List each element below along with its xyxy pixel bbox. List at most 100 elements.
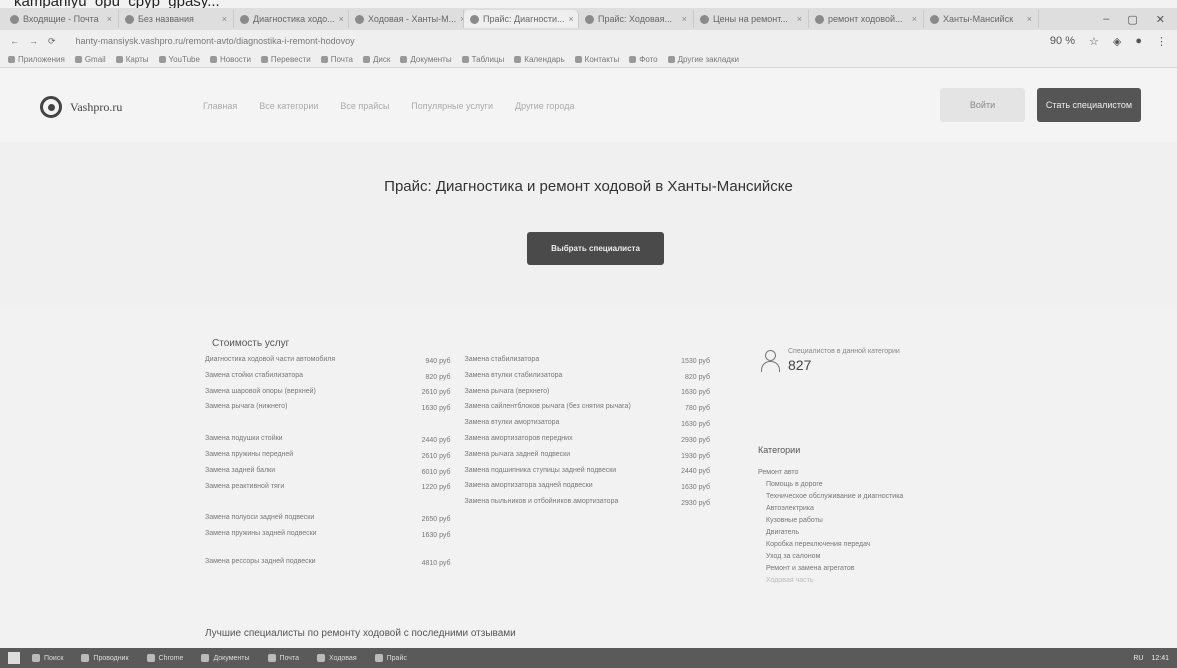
bookmark-item[interactable]: Почта xyxy=(320,55,353,64)
login-button[interactable]: Войти xyxy=(940,88,1025,122)
system-tray: RU 12:41 xyxy=(1133,655,1169,662)
bookmark-icon xyxy=(461,56,469,63)
nav-item-cities[interactable]: Другие города xyxy=(515,101,574,111)
extension-icon[interactable]: ◈ xyxy=(1113,35,1121,48)
category-item[interactable]: Уход за салоном xyxy=(766,553,988,560)
bookmark-item[interactable]: Таблицы xyxy=(461,55,504,64)
close-window-icon[interactable]: ✕ xyxy=(1156,13,1165,26)
close-icon[interactable]: × xyxy=(1027,14,1032,24)
bookmark-item[interactable]: Другие закладки xyxy=(667,55,739,64)
favicon-icon xyxy=(10,14,19,24)
profile-icon[interactable]: ● xyxy=(1135,35,1142,48)
close-icon[interactable]: × xyxy=(339,14,344,24)
hero-section: Прайс: Диагностика и ремонт ходовой в Ха… xyxy=(0,142,1177,310)
choose-specialist-button[interactable]: Выбрать специалиста xyxy=(527,232,664,265)
category-item[interactable]: Коробка переключения передач xyxy=(766,541,988,548)
close-icon[interactable]: × xyxy=(912,14,917,24)
category-item[interactable]: Кузовные работы xyxy=(766,517,988,524)
browser-tab[interactable]: Диагностика ходо... × xyxy=(234,10,349,28)
bookmark-icon xyxy=(629,56,637,63)
browser-tab-active[interactable]: Прайс: Диагности... × xyxy=(464,10,579,28)
forward-icon[interactable]: → xyxy=(29,36,38,46)
price-row: Замена амортизатора задней подвески 1630 … xyxy=(464,482,711,492)
bookmark-item[interactable]: Новости xyxy=(209,55,251,64)
taskbar-item[interactable]: Ходовая xyxy=(311,650,363,666)
nav-item-categories[interactable]: Все категории xyxy=(259,101,318,111)
price-row: Замена полуоси задней подвески 2650 руб xyxy=(205,514,451,524)
close-icon[interactable]: × xyxy=(107,14,112,24)
zoom-indicator[interactable]: 90 % xyxy=(1050,35,1075,48)
price-row: Замена амортизаторов передних 2930 руб xyxy=(464,434,711,444)
close-icon[interactable]: × xyxy=(797,14,802,24)
taskbar-item[interactable]: Почта xyxy=(262,650,305,666)
price-row: Замена подшипника ступицы задней подвеск… xyxy=(464,466,711,476)
close-icon[interactable]: × xyxy=(569,14,574,24)
browser-tab[interactable]: Входящие - Почта × xyxy=(4,10,119,28)
browser-tab[interactable]: ремонт ходовой... × xyxy=(809,10,924,28)
taskbar-item[interactable]: Проводник xyxy=(75,650,134,666)
close-icon[interactable]: × xyxy=(682,14,687,24)
price-row: Замена пыльников и отбойников амортизато… xyxy=(464,498,711,507)
bookmark-icon xyxy=(667,56,675,63)
favicon-icon xyxy=(240,14,249,24)
best-specialists-title: Лучшие специалисты по ремонту ходовой с … xyxy=(205,628,516,639)
tab-label: Ходовая - Ханты-М... xyxy=(368,14,457,24)
bookmark-item[interactable]: Фото xyxy=(629,55,658,64)
price-row: Замена подушки стойки 2440 руб xyxy=(205,435,451,444)
bookmark-item[interactable]: Диск xyxy=(362,55,390,64)
category-item[interactable]: Двигатель xyxy=(766,529,988,536)
taskbar-item[interactable]: Поиск xyxy=(26,650,69,666)
bookmark-item[interactable]: Контакты xyxy=(574,55,619,64)
tab-label: Ханты-Мансийск xyxy=(943,14,1014,24)
maximize-icon[interactable]: ▢ xyxy=(1127,13,1137,26)
bookmark-item[interactable]: Приложения xyxy=(8,55,65,64)
close-icon[interactable]: × xyxy=(222,14,227,24)
nav-item-popular[interactable]: Популярные услуги xyxy=(411,101,493,111)
become-specialist-button[interactable]: Стать специалистом xyxy=(1037,88,1141,122)
category-item-faded[interactable]: Ходовая часть xyxy=(766,577,988,584)
reload-icon[interactable]: ⟳ xyxy=(48,36,56,47)
price-row: Замена стабилизатора 1530 руб xyxy=(464,356,711,365)
tab-label: Диагностика ходо... xyxy=(253,14,335,24)
site-header: Vashpro.ru Главная Все категории Все пра… xyxy=(0,70,1177,142)
language-indicator[interactable]: RU xyxy=(1133,655,1143,662)
category-item-top[interactable]: Ремонт авто xyxy=(758,469,988,476)
bookmark-item[interactable]: Перевести xyxy=(260,55,311,64)
url-input[interactable]: hanty-mansiysk.vashpro.ru/remont-avto/di… xyxy=(66,33,1040,49)
bookmark-item[interactable]: YouTube xyxy=(158,55,200,64)
nav-item-prices[interactable]: Все прайсы xyxy=(340,101,389,111)
bookmark-icon xyxy=(514,56,522,63)
categories-title: Категории xyxy=(758,445,801,455)
back-icon[interactable]: ← xyxy=(10,36,19,46)
taskbar-item[interactable]: Документы xyxy=(195,650,255,666)
taskbar-item[interactable]: Прайс xyxy=(369,650,413,666)
browser-tab[interactable]: Без названия × xyxy=(119,10,234,28)
category-item[interactable]: Техническое обслуживание и диагностика xyxy=(766,493,988,500)
browser-tab[interactable]: Цены на ремонт... × xyxy=(694,10,809,28)
bookmark-item[interactable]: Документы xyxy=(400,55,452,64)
browser-tab[interactable]: Ходовая - Ханты-М...× xyxy=(349,10,464,28)
site-logo[interactable]: Vashpro.ru xyxy=(40,96,122,118)
taskbar-item[interactable]: Chrome xyxy=(141,650,190,666)
nav-item-home[interactable]: Главная xyxy=(203,101,237,111)
browser-tab[interactable]: Ханты-Мансийск × xyxy=(924,10,1039,28)
star-icon[interactable]: ☆ xyxy=(1089,35,1099,48)
specialists-count-box: Специалистов в данной категории 827 xyxy=(760,346,900,373)
category-item[interactable]: Помощь в дороге xyxy=(766,481,988,488)
bookmark-item[interactable]: Календарь xyxy=(514,55,565,64)
bookmark-icon xyxy=(209,56,217,63)
clock[interactable]: 12:41 xyxy=(1151,655,1169,662)
bookmark-icon xyxy=(574,56,582,63)
browser-tab[interactable]: Прайс: Ходовая... × xyxy=(579,10,694,28)
category-item[interactable]: Автоэлектрика xyxy=(766,505,988,512)
bookmark-item[interactable]: Gmail xyxy=(74,55,106,64)
tab-label: Без названия xyxy=(138,14,194,24)
minimize-icon[interactable]: – xyxy=(1103,13,1109,26)
tab-label: Прайс: Ходовая... xyxy=(598,14,673,24)
price-column-left: Диагностика ходовой части автомобиля 940 … xyxy=(205,355,451,573)
bookmark-item[interactable]: Карты xyxy=(115,55,149,64)
address-bar: ← → ⟳ hanty-mansiysk.vashpro.ru/remont-a… xyxy=(0,30,1177,52)
start-icon[interactable] xyxy=(8,652,20,664)
category-item[interactable]: Ремонт и замена агрегатов xyxy=(766,565,988,572)
menu-icon[interactable]: ⋮ xyxy=(1156,35,1167,48)
